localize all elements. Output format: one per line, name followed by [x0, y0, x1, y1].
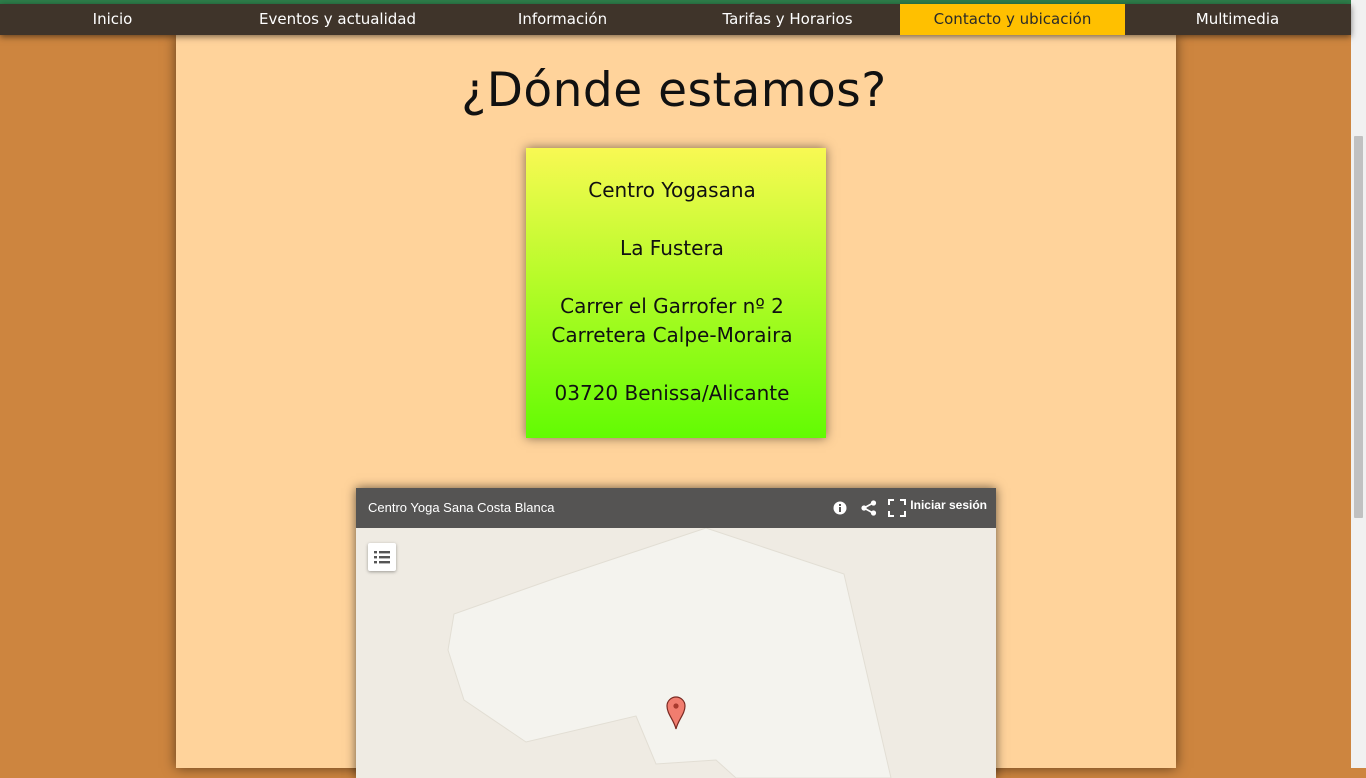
map-canvas[interactable]: [356, 527, 996, 778]
share-icon[interactable]: [860, 499, 878, 517]
main-content: ¿Dónde estamos? Centro Yogasana La Fuste…: [176, 35, 1176, 778]
scrollbar-thumb[interactable]: [1354, 136, 1363, 518]
info-icon[interactable]: [831, 499, 849, 517]
nav-item-informacion[interactable]: Información: [450, 4, 675, 35]
signin-link[interactable]: Iniciar sesión: [910, 498, 987, 512]
address-city: 03720 Benissa/Alicante: [554, 381, 790, 405]
map-header: Centro Yoga Sana Costa Blanca Iniciar se…: [356, 488, 996, 528]
page-scrollbar[interactable]: [1351, 0, 1366, 768]
map-title[interactable]: Centro Yoga Sana Costa Blanca: [368, 500, 554, 515]
address-road: Carretera Calpe-Moraira: [551, 323, 793, 347]
nav-item-eventos[interactable]: Eventos y actualidad: [225, 4, 450, 35]
nav-item-tarifas[interactable]: Tarifas y Horarios: [675, 4, 900, 35]
address-area: La Fustera: [620, 236, 724, 260]
address-card: Centro Yogasana La Fustera Carrer el Gar…: [526, 148, 826, 438]
nav-item-inicio[interactable]: Inicio: [0, 4, 225, 35]
legend-list-icon[interactable]: [368, 543, 396, 571]
page-title: ¿Dónde estamos?: [461, 63, 887, 118]
embedded-map[interactable]: Centro Yoga Sana Costa Blanca Iniciar se…: [356, 488, 996, 778]
address-name: Centro Yogasana: [588, 178, 756, 202]
address-street: Carrer el Garrofer nº 2: [560, 294, 784, 318]
nav-item-contacto[interactable]: Contacto y ubicación: [900, 4, 1125, 35]
nav-item-multimedia[interactable]: Multimedia: [1125, 4, 1350, 35]
fullscreen-icon[interactable]: [888, 499, 906, 517]
main-nav: Inicio Eventos y actualidad Información …: [0, 4, 1351, 35]
map-shapes: [356, 527, 996, 778]
map-pin-icon[interactable]: [666, 696, 686, 730]
